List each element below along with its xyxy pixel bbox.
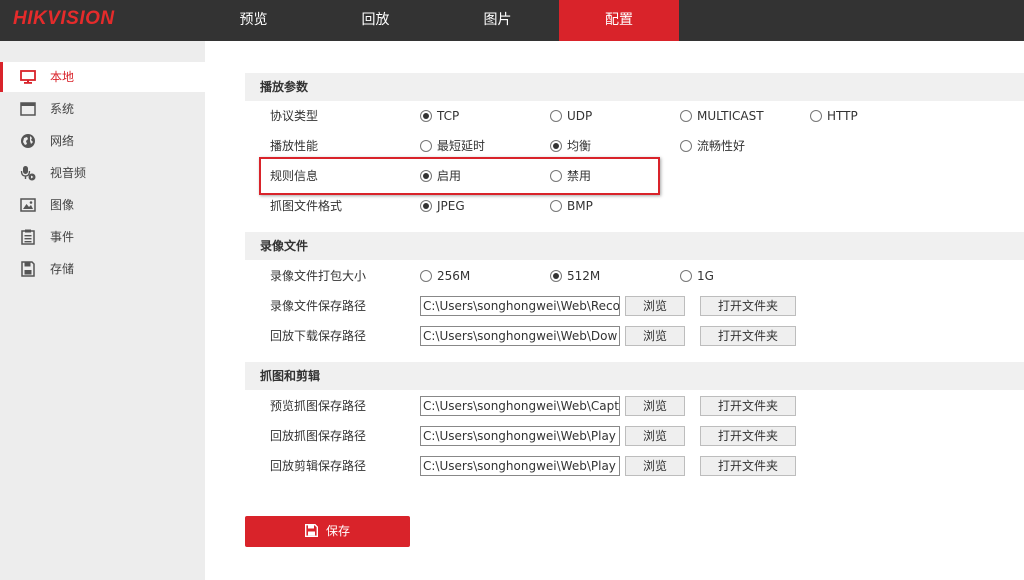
radio-label: 流畅性好	[697, 139, 746, 153]
section-header-playback: 播放参数	[245, 73, 1024, 101]
sidebar-item-label: 系统	[50, 102, 75, 116]
sidebar-item-local[interactable]: 本地	[0, 62, 205, 92]
sidebar-item-label: 事件	[50, 230, 75, 244]
record-save-path-field[interactable]: C:\Users\songhongwei\Web\Reco	[420, 296, 620, 316]
capture-format-label: 抓图文件格式	[270, 199, 343, 213]
sidebar-item-video-audio[interactable]: 视音频	[0, 158, 205, 188]
nav-preview[interactable]: 预览	[193, 0, 314, 41]
sidebar-item-label: 视音频	[50, 166, 87, 180]
section-header-capture: 抓图和剪辑	[245, 362, 1024, 390]
radio-checked-icon	[550, 140, 562, 152]
radio-unchecked-icon	[680, 110, 692, 122]
sidebar-item-label: 图像	[50, 198, 75, 212]
microphone-video-icon	[20, 166, 36, 181]
clip-save-path-field[interactable]: C:\Users\songhongwei\Web\Play	[420, 456, 620, 476]
radio-label: BMP	[567, 199, 593, 213]
browse-button[interactable]: 浏览	[625, 296, 685, 316]
sidebar-item-image[interactable]: 图像	[0, 190, 205, 220]
open-folder-button[interactable]: 打开文件夹	[700, 396, 796, 416]
playback-capture-path-field[interactable]: C:\Users\songhongwei\Web\Play	[420, 426, 620, 446]
preview-capture-path-label: 预览抓图保存路径	[270, 399, 367, 413]
section-header-record: 录像文件	[245, 232, 1024, 260]
playback-performance-label: 播放性能	[270, 139, 319, 153]
sidebar-item-label: 本地	[50, 70, 75, 84]
radio-unchecked-icon	[680, 270, 692, 282]
open-folder-button[interactable]: 打开文件夹	[700, 296, 796, 316]
radio-checked-icon	[420, 200, 432, 212]
sidebar-item-network[interactable]: 网络	[0, 126, 205, 156]
clip-save-path-label: 回放剪辑保存路径	[270, 459, 367, 473]
save-button-label: 保存	[325, 524, 350, 538]
monitor-icon	[20, 70, 36, 84]
nav-configuration[interactable]: 配置	[559, 0, 679, 41]
browse-button[interactable]: 浏览	[625, 396, 685, 416]
radio-label: HTTP	[827, 109, 858, 123]
top-navigation-bar: HIKVISION 预览 回放 图片 配置	[0, 0, 1024, 41]
radio-label: 512M	[567, 269, 601, 283]
nav-picture[interactable]: 图片	[437, 0, 558, 41]
sidebar-item-label: 存储	[50, 262, 75, 276]
radio-label: 均衡	[567, 139, 592, 153]
sidebar: 本地 系统 网络 视音频 图像 事件 存储	[0, 41, 205, 580]
browse-button[interactable]: 浏览	[625, 426, 685, 446]
nav-playback[interactable]: 回放	[315, 0, 436, 41]
record-size-label: 录像文件打包大小	[270, 269, 367, 283]
radio-unchecked-icon	[550, 110, 562, 122]
browse-button[interactable]: 浏览	[625, 326, 685, 346]
sidebar-item-system[interactable]: 系统	[0, 94, 205, 124]
radio-checked-icon	[420, 110, 432, 122]
image-icon	[20, 198, 36, 212]
save-button[interactable]: 保存	[245, 516, 410, 547]
sidebar-item-event[interactable]: 事件	[0, 222, 205, 252]
list-icon	[21, 229, 35, 245]
preview-capture-path-field[interactable]: C:\Users\songhongwei\Web\Capt	[420, 396, 620, 416]
sidebar-item-label: 网络	[50, 134, 75, 148]
globe-icon	[21, 134, 35, 148]
radio-unchecked-icon	[550, 200, 562, 212]
radio-unchecked-icon	[420, 270, 432, 282]
radio-unchecked-icon	[420, 140, 432, 152]
record-save-path-label: 录像文件保存路径	[270, 299, 367, 313]
browse-button[interactable]: 浏览	[625, 456, 685, 476]
radio-label: UDP	[567, 109, 593, 123]
save-icon	[304, 524, 318, 537]
storage-icon	[21, 261, 35, 277]
sidebar-item-storage[interactable]: 存储	[0, 254, 205, 284]
protocol-type-label: 协议类型	[270, 109, 319, 123]
radio-label: 256M	[437, 269, 471, 283]
radio-label: 最短延时	[437, 139, 486, 153]
radio-label: JPEG	[437, 199, 465, 213]
download-save-path-label: 回放下载保存路径	[270, 329, 367, 343]
download-save-path-field[interactable]: C:\Users\songhongwei\Web\Dow	[420, 326, 620, 346]
window-icon	[20, 102, 36, 116]
radio-label: MULTICAST	[697, 109, 764, 123]
open-folder-button[interactable]: 打开文件夹	[700, 456, 796, 476]
radio-unchecked-icon	[680, 140, 692, 152]
playback-capture-path-label: 回放抓图保存路径	[270, 429, 367, 443]
open-folder-button[interactable]: 打开文件夹	[700, 426, 796, 446]
hikvision-logo: HIKVISION	[13, 8, 115, 29]
radio-checked-icon	[550, 270, 562, 282]
radio-unchecked-icon	[810, 110, 822, 122]
radio-label: TCP	[437, 109, 460, 123]
rule-info-highlight-box	[259, 157, 660, 195]
open-folder-button[interactable]: 打开文件夹	[700, 326, 796, 346]
radio-label: 1G	[697, 269, 714, 283]
